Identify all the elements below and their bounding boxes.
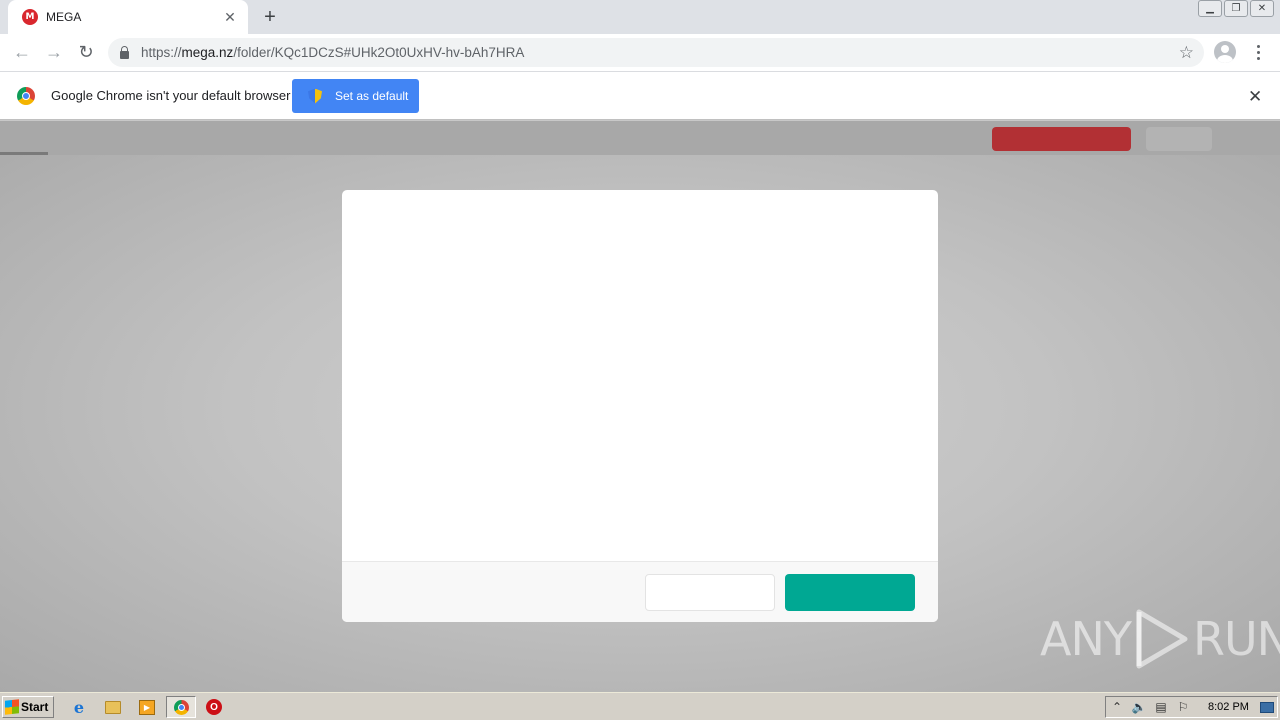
chrome-logo-icon bbox=[17, 87, 35, 105]
tab-strip: M MEGA ✕ + ▁ ❐ ✕ bbox=[0, 0, 1280, 34]
lock-icon[interactable] bbox=[120, 45, 129, 59]
browser-toolbar: ← → ↻ https://mega.nz/folder/KQc1DCzS#UH… bbox=[0, 34, 1280, 71]
address-bar[interactable]: https://mega.nz/folder/KQc1DCzS#UHk2Ot0U… bbox=[108, 38, 1204, 67]
internet-explorer-icon[interactable]: e bbox=[70, 698, 88, 717]
profile-icon[interactable] bbox=[1214, 41, 1236, 63]
mega-favicon-icon: M bbox=[22, 9, 38, 25]
url-host: mega.nz bbox=[181, 45, 234, 60]
tab-close-icon[interactable]: ✕ bbox=[222, 9, 238, 25]
windows-taskbar: Start e ▶ O ⌃ 🔈 ▤ ⚐ 8:02 PM bbox=[0, 692, 1280, 720]
header-red-button bbox=[992, 127, 1131, 151]
watermark-left: ANY bbox=[1040, 612, 1132, 666]
dialog-cancel-button[interactable] bbox=[645, 574, 775, 611]
restore-icon[interactable]: ❐ bbox=[1224, 0, 1248, 17]
modal-dialog bbox=[342, 190, 938, 622]
dialog-confirm-button[interactable] bbox=[785, 574, 915, 611]
chrome-taskbar-button[interactable] bbox=[166, 696, 196, 718]
browser-tab[interactable]: M MEGA ✕ bbox=[8, 0, 248, 34]
menu-icon[interactable] bbox=[1250, 42, 1266, 62]
header-secondary-button bbox=[1146, 127, 1212, 151]
set-as-default-button[interactable]: Set as default bbox=[292, 79, 419, 113]
new-tab-button[interactable]: + bbox=[258, 6, 282, 28]
media-player-icon[interactable]: ▶ bbox=[138, 698, 156, 716]
anyrun-watermark: ANY RUN bbox=[1040, 608, 1280, 670]
dialog-footer bbox=[342, 561, 938, 622]
close-icon[interactable]: ✕ bbox=[1250, 0, 1274, 17]
page-header-dimmed bbox=[0, 121, 1280, 155]
tab-title: MEGA bbox=[46, 10, 82, 24]
infobar-close-icon[interactable]: ✕ bbox=[1248, 87, 1262, 107]
default-browser-infobar: Google Chrome isn't your default browser… bbox=[0, 71, 1280, 120]
opera-icon[interactable]: O bbox=[205, 698, 223, 716]
show-desktop-icon[interactable] bbox=[1260, 702, 1274, 713]
set-as-default-label: Set as default bbox=[335, 89, 409, 103]
url-text[interactable]: https://mega.nz/folder/KQc1DCzS#UHk2Ot0U… bbox=[141, 45, 524, 60]
header-tab-indicator bbox=[0, 152, 48, 155]
windows-logo-icon bbox=[5, 699, 19, 715]
volume-icon[interactable]: 🔈 bbox=[1128, 700, 1150, 714]
start-button[interactable]: Start bbox=[2, 696, 54, 718]
watermark-right: RUN bbox=[1192, 612, 1280, 666]
minimize-icon[interactable]: ▁ bbox=[1198, 0, 1222, 17]
page-content: ANY RUN bbox=[0, 121, 1280, 692]
uac-shield-icon bbox=[308, 88, 322, 104]
show-hidden-icons-icon[interactable]: ⌃ bbox=[1106, 700, 1128, 714]
windows-explorer-icon[interactable] bbox=[104, 698, 122, 716]
reload-icon[interactable]: ↻ bbox=[70, 37, 102, 69]
back-icon[interactable]: ← bbox=[6, 37, 38, 69]
play-logo-icon bbox=[1136, 609, 1188, 669]
system-tray: ⌃ 🔈 ▤ ⚐ 8:02 PM bbox=[1105, 696, 1278, 718]
bookmark-star-icon[interactable]: ☆ bbox=[1179, 43, 1194, 63]
chrome-icon bbox=[173, 699, 189, 715]
forward-icon[interactable]: → bbox=[38, 37, 70, 69]
url-path: /folder/KQc1DCzS#UHk2Ot0UxHV-hv-bAh7HRA bbox=[233, 45, 525, 60]
action-center-flag-icon[interactable]: ⚐ bbox=[1172, 700, 1194, 714]
infobar-message: Google Chrome isn't your default browser bbox=[51, 88, 291, 103]
clock[interactable]: 8:02 PM bbox=[1208, 701, 1249, 713]
url-scheme: https:// bbox=[141, 45, 182, 60]
window-controls: ▁ ❐ ✕ bbox=[1198, 0, 1274, 17]
network-icon[interactable]: ▤ bbox=[1150, 700, 1172, 714]
start-label: Start bbox=[21, 700, 49, 714]
